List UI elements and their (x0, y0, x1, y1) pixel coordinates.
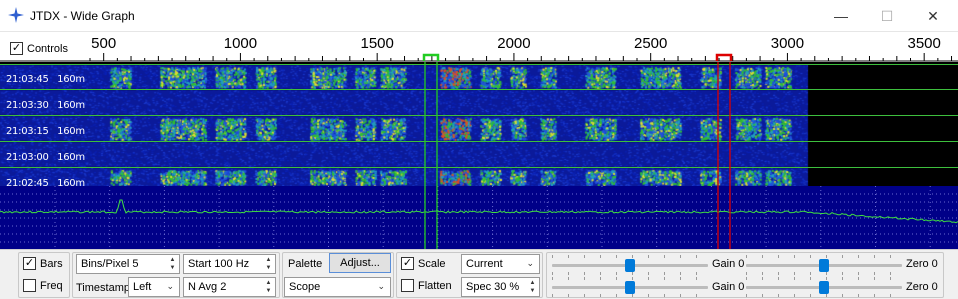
spectrum-mode-value: Current (466, 258, 503, 270)
waterfall-timestamp: 21:03:15 160m (6, 126, 85, 137)
app-icon (8, 7, 24, 23)
spectrum-display[interactable] (0, 186, 958, 249)
rx-frequency-marker[interactable] (422, 53, 440, 61)
controls-label: Controls (27, 42, 68, 55)
scale-tick-label: 3500 (907, 35, 940, 52)
minimize-button[interactable]: — (818, 0, 864, 32)
spectrum-plot (0, 186, 958, 249)
timestamp-label: Timestamp (76, 282, 130, 294)
title-bar: JTDX - Wide Graph — ☐ ✕ (0, 0, 958, 32)
waterfall-separator (0, 115, 958, 116)
maximize-button[interactable]: ☐ (864, 0, 910, 32)
timestamp-value: Left (133, 281, 152, 293)
frequency-scale-ruler[interactable]: 500 1000 1500 2000 2500 3000 3500 (0, 33, 958, 62)
slider-thumb[interactable] (625, 281, 635, 294)
spin-arrows-icon[interactable]: ▲ ▼ (527, 279, 538, 295)
scale-tick-label: 500 (91, 35, 116, 52)
start-frequency-spinbox[interactable]: Start 100 Hz ▲ ▼ (183, 254, 276, 274)
controls-panel: ✓ Bars Freq Bins/Pixel 5 ▲ ▼ Start 100 Hz… (0, 249, 958, 299)
spin-arrows-icon[interactable]: ▲ ▼ (263, 256, 274, 272)
bars-label: Bars (40, 257, 63, 270)
flatten-checkbox[interactable]: Flatten (401, 279, 452, 292)
scale-label: Scale (418, 257, 446, 270)
chevron-down-icon: ⌄ (377, 281, 385, 291)
gain-bottom-label: Gain 0 (712, 281, 745, 293)
waterfall-timestamp: 21:03:45 160m (6, 74, 85, 85)
palette-combo[interactable]: Scope ⌄ (284, 277, 391, 297)
bars-checkbox[interactable]: ✓ Bars (23, 257, 63, 270)
adjust-palette-button[interactable]: Adjust... (329, 253, 391, 273)
waterfall-display[interactable]: 21:03:45 160m 21:03:30 160m 21:03:15 160… (0, 62, 958, 186)
spectrum-gain-slider[interactable] (552, 277, 708, 297)
waterfall-separator (0, 167, 958, 168)
gain-top-label: Gain 0 (712, 258, 745, 270)
start-frequency-value: Start 100 Hz (188, 258, 250, 270)
slider-thumb[interactable] (625, 259, 635, 272)
zero-top-label: Zero 0 (906, 258, 938, 270)
spec-percent-value: Spec 30 % (466, 281, 520, 293)
spin-arrows-icon[interactable]: ▲ ▼ (167, 256, 178, 272)
controls-checkbox-box[interactable]: ✓ (10, 42, 23, 55)
slider-thumb[interactable] (819, 259, 829, 272)
controls-checkbox[interactable]: ✓ Controls (10, 42, 68, 55)
waterfall-gain-slider[interactable] (552, 255, 708, 275)
bars-checkbox-box[interactable]: ✓ (23, 257, 36, 270)
chevron-down-icon: ⌄ (166, 281, 174, 291)
palette-label: Palette (288, 258, 323, 270)
scale-tick-label: 2000 (497, 35, 530, 52)
bins-per-pixel-spinbox[interactable]: Bins/Pixel 5 ▲ ▼ (76, 254, 180, 274)
spectrum-mode-combo[interactable]: Current ⌄ (461, 254, 540, 274)
waterfall-timestamp: 21:03:30 160m (6, 100, 85, 111)
zero-bottom-label: Zero 0 (906, 281, 938, 293)
timestamp-combo[interactable]: Left ⌄ (128, 277, 180, 297)
scale-checkbox[interactable]: ✓ Scale (401, 257, 446, 270)
flatten-label: Flatten (418, 279, 452, 292)
window-title: JTDX - Wide Graph (30, 9, 135, 23)
palette-value: Scope (289, 281, 321, 293)
waterfall-separator (0, 89, 958, 90)
scale-tick-label: 2500 (634, 35, 667, 52)
bins-per-pixel-value: Bins/Pixel 5 (81, 258, 139, 270)
scale-tick-label: 1000 (224, 35, 257, 52)
spectrum-zero-slider[interactable] (746, 277, 902, 297)
freq-label: Freq (40, 279, 63, 292)
spectrum-trace (0, 199, 958, 224)
freq-checkbox-box[interactable] (23, 279, 36, 292)
waterfall-timestamp: 21:02:45 160m (6, 178, 85, 186)
waterfall-zero-slider[interactable] (746, 255, 902, 275)
waterfall-timestamp: 21:03:00 160m (6, 152, 85, 163)
spin-arrows-icon[interactable]: ▲ ▼ (263, 279, 274, 295)
scale-tick-label: 1500 (360, 35, 393, 52)
n-avg-value: N Avg 2 (188, 281, 227, 293)
freq-checkbox[interactable]: Freq (23, 279, 63, 292)
n-avg-spinbox[interactable]: N Avg 2 ▲ ▼ (183, 277, 276, 297)
scale-checkbox-box[interactable]: ✓ (401, 257, 414, 270)
waterfall-separator (0, 64, 958, 65)
scale-tick-label: 3000 (771, 35, 804, 52)
slider-thumb[interactable] (819, 281, 829, 294)
flatten-checkbox-box[interactable] (401, 279, 414, 292)
spec-percent-spinbox[interactable]: Spec 30 % ▲ ▼ (461, 277, 540, 297)
waterfall-separator (0, 141, 958, 142)
close-button[interactable]: ✕ (910, 0, 956, 32)
chevron-down-icon: ⌄ (526, 258, 534, 268)
